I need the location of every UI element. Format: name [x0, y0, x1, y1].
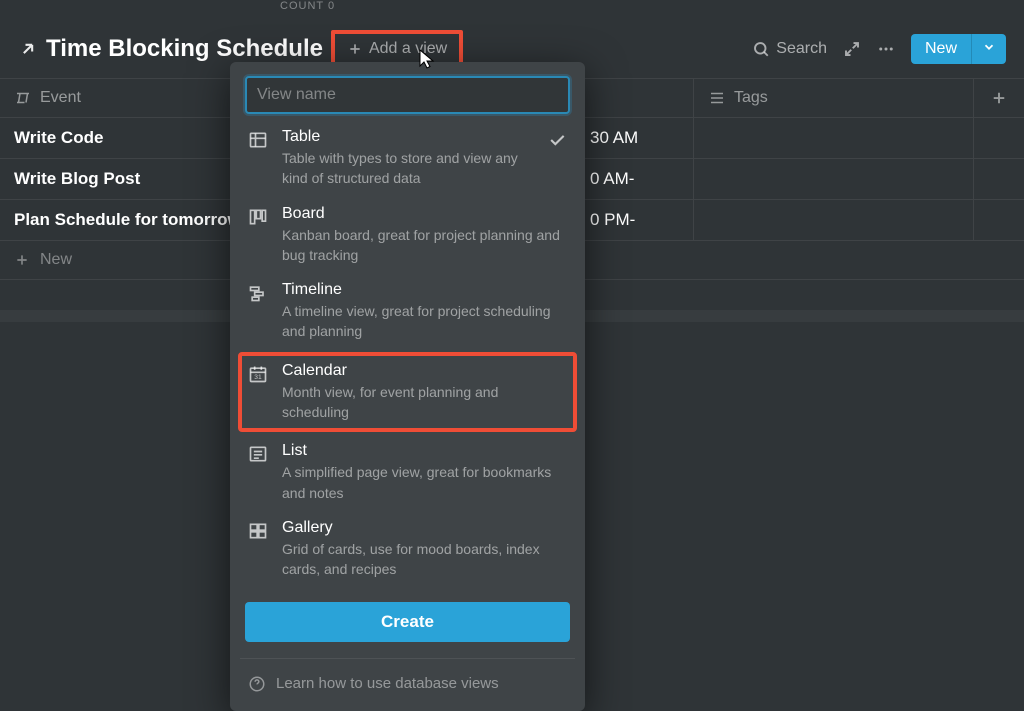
search-button[interactable]: Search [752, 40, 827, 58]
expand-icon[interactable] [843, 40, 861, 58]
more-icon[interactable] [877, 40, 895, 58]
option-title: Timeline [282, 281, 567, 299]
cell-spacer [974, 118, 1024, 158]
cell-spacer [974, 159, 1024, 199]
open-as-page-icon[interactable] [18, 39, 38, 59]
search-label: Search [776, 40, 827, 58]
option-body: Calendar Month view, for event planning a… [282, 362, 567, 423]
table-icon [248, 130, 270, 189]
tags-property-icon [708, 89, 726, 107]
header-actions: Search New [752, 34, 1006, 64]
view-option-table[interactable]: Table Table with types to store and view … [240, 120, 575, 197]
search-icon [752, 40, 770, 58]
option-desc: Grid of cards, use for mood boards, inde… [282, 539, 567, 580]
help-icon [248, 675, 266, 693]
option-title: Table [282, 128, 535, 146]
option-desc: Month view, for event planning and sched… [282, 382, 567, 423]
option-title: Board [282, 205, 567, 223]
view-option-list[interactable]: List A simplified page view, great for bo… [240, 434, 575, 511]
title-wrap: Time Blocking Schedule [18, 35, 323, 63]
add-column-button[interactable] [974, 79, 1024, 117]
cell-spacer [974, 200, 1024, 240]
option-title: Calendar [282, 362, 567, 380]
learn-link[interactable]: Learn how to use database views [240, 658, 575, 693]
svg-text:31: 31 [254, 374, 262, 381]
title-property-icon [14, 89, 32, 107]
add-view-popover: Table Table with types to store and view … [230, 62, 585, 711]
gallery-icon [248, 521, 270, 580]
option-body: Gallery Grid of cards, use for mood board… [282, 519, 567, 580]
count-fragment: COUNT 0 [280, 0, 335, 12]
calendar-icon: 31 [248, 364, 270, 423]
option-title: List [282, 442, 567, 460]
cursor-icon [418, 48, 436, 70]
cell-tags[interactable] [694, 159, 974, 199]
column-header-tags[interactable]: Tags [694, 79, 974, 117]
view-option-calendar[interactable]: 31 Calendar Month view, for event planning… [238, 352, 577, 433]
view-option-board[interactable]: Board Kanban board, great for project pla… [240, 197, 575, 274]
cell-tags[interactable] [694, 118, 974, 158]
column-header-event-label: Event [40, 89, 81, 107]
learn-link-label: Learn how to use database views [276, 675, 499, 692]
view-option-timeline[interactable]: Timeline A timeline view, great for proje… [240, 273, 575, 350]
view-option-gallery[interactable]: Gallery Grid of cards, use for mood board… [240, 511, 575, 588]
cell-tags[interactable] [694, 200, 974, 240]
board-icon [248, 207, 270, 266]
plus-icon [14, 252, 30, 268]
list-icon [248, 444, 270, 503]
option-body: Table Table with types to store and view … [282, 128, 535, 189]
column-header-tags-label: Tags [734, 89, 768, 107]
option-body: List A simplified page view, great for bo… [282, 442, 567, 503]
option-body: Timeline A timeline view, great for proje… [282, 281, 567, 342]
option-title: Gallery [282, 519, 567, 537]
option-desc: A simplified page view, great for bookma… [282, 462, 567, 503]
option-desc: Table with types to store and view any k… [282, 148, 535, 189]
view-name-input[interactable] [245, 76, 570, 114]
option-body: Board Kanban board, great for project pla… [282, 205, 567, 266]
plus-icon [347, 41, 363, 57]
timeline-icon [248, 283, 270, 342]
new-button-group: New [911, 34, 1006, 64]
new-row-label: New [40, 251, 72, 269]
option-desc: Kanban board, great for project planning… [282, 225, 567, 266]
check-icon [547, 130, 567, 189]
create-view-button[interactable]: Create [245, 602, 570, 642]
new-button-dropdown[interactable] [971, 34, 1006, 64]
option-desc: A timeline view, great for project sched… [282, 301, 567, 342]
database-title[interactable]: Time Blocking Schedule [46, 35, 323, 63]
new-button[interactable]: New [911, 34, 971, 64]
